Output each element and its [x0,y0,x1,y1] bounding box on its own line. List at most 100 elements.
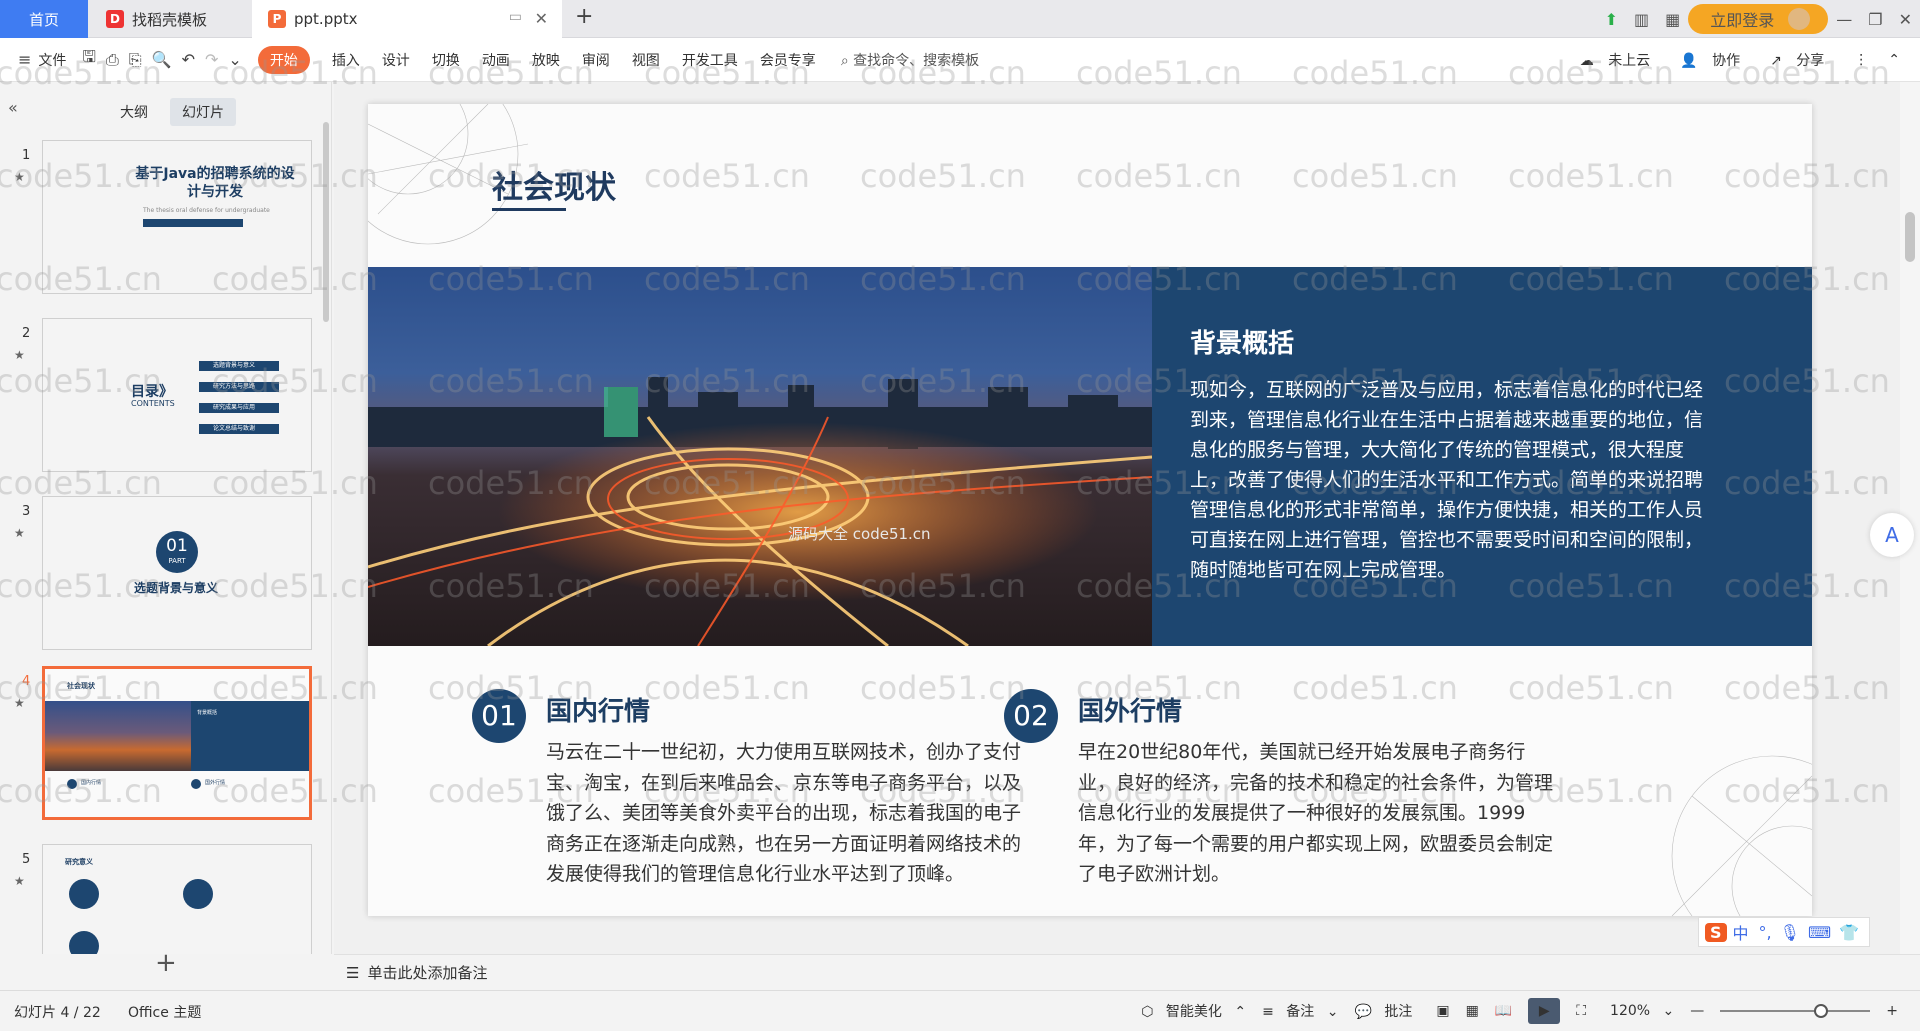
smart-beautify-button[interactable]: ⬡ 智能美化 ⌃ [1141,1001,1246,1021]
zoom-slider[interactable] [1720,1004,1871,1018]
tab-slides[interactable]: 幻灯片 [170,98,236,126]
slide-editor-area: 社会现状 源码大全 code51.cn 背景概括 现如今，互联网的广泛普及与应用… [334,82,1920,954]
slide-thumbnail-current[interactable]: 社会现状 背景概括 国内行情 国外行情 [42,666,312,820]
microphone-icon[interactable]: 🎙 [1780,923,1800,942]
more-chevron-icon[interactable]: ⌄ [228,50,241,69]
close-tab-icon[interactable]: ✕ [535,9,548,28]
slide-number: 5 [22,852,31,867]
command-search[interactable]: ⌕ 查找命令、搜索模板 [841,50,979,70]
network-decoration [1671,755,1812,916]
thumb-icon-circle [69,879,99,909]
ppt-file-tab[interactable]: P ppt.pptx ▭ ✕ [252,0,562,38]
window-layout-icon[interactable]: ▥ [1634,10,1649,29]
thumb-part-circle: 01 PART [156,531,198,573]
slide-canvas[interactable]: 社会现状 源码大全 code51.cn 背景概括 现如今，互联网的广泛普及与应用… [368,104,1812,916]
update-icon[interactable]: ⬆ [1605,10,1618,29]
slide-thumbnail[interactable]: 目录》 CONTENTS 选题背景与意义 研究方法与思路 研究成果与应用 论文总… [42,318,312,472]
tab-design[interactable]: 设计 [382,50,410,70]
foreign-market-text: 早在20世纪80年代，美国就已经开始发展电子商务行业，良好的经济，完备的技术和稳… [1078,741,1554,885]
thumb-title: 研究意义 [65,858,93,866]
slide-thumbnail[interactable]: 基于Java的招聘系统的设计与开发 The thesis oral defens… [42,140,312,294]
minimize-icon[interactable]: — [1836,10,1852,29]
notes-toggle-label: 备注 [1286,1004,1315,1020]
skin-icon[interactable]: 👕 [1839,923,1859,942]
add-tab-icon[interactable]: + [575,4,593,29]
tab-slideshow[interactable]: 放映 [532,50,560,70]
photo-caption: 源码大全 code51.cn [788,525,931,543]
slide-thumb-row[interactable]: 2 ★ 目录》 CONTENTS 选题背景与意义 研究方法与思路 研究成果与应用… [0,318,320,478]
tab-review[interactable]: 审阅 [582,50,610,70]
restore-icon[interactable]: ❐ [1868,10,1882,29]
fit-window-icon[interactable]: ⛶ [1576,1003,1586,1019]
slide-thumb-row[interactable]: 3 ★ 01 PART 选题背景与意义 [0,496,320,656]
comments-button[interactable]: 💬 批注 [1354,1001,1420,1021]
night-highway-image: 源码大全 code51.cn [368,267,1152,646]
collapse-panel-icon[interactable]: « [8,98,18,117]
panel-scrollbar[interactable] [323,122,329,322]
punctuation-icon[interactable]: °, [1759,923,1772,942]
export-icon[interactable]: ⎙ [106,50,119,70]
print-icon[interactable]: ⎘ [129,50,142,70]
slide-title: 社会现状 [492,170,616,205]
tab-developer[interactable]: 开发工具 [682,50,738,70]
slide-thumb-row-current[interactable]: 4 ★ 社会现状 背景概括 国内行情 国外行情 [0,666,320,826]
screen-icon[interactable]: ▭ [509,9,522,25]
status-bar: 幻灯片 4 / 22 Office 主题 ⬡ 智能美化 ⌃ ≡ 备注 ⌄ 💬 批… [0,990,1920,1030]
scroll-thumb[interactable] [1905,212,1915,262]
slide-number: 3 [22,504,31,519]
template-tab[interactable]: D 找稻壳模板 [90,0,250,38]
ime-toolbar[interactable]: S 中 °, 🎙 ⌨ 👕 [1698,917,1870,947]
tab-outline[interactable]: 大纲 [108,98,160,126]
cloud-status[interactable]: ☁ 未上云 [1580,50,1660,70]
slide-thumb-row[interactable]: 1 ★ 基于Java的招聘系统的设计与开发 The thesis oral de… [0,140,320,300]
close-window-icon[interactable]: ✕ [1899,10,1912,29]
slide-number: 1 [22,148,31,163]
reading-view-icon[interactable]: 📖 [1495,1003,1512,1019]
normal-view-icon[interactable]: ▣ [1436,1003,1449,1019]
notes-icon: ☰ [346,963,360,982]
more-options-icon[interactable]: ⋮ [1854,52,1868,68]
keyboard-icon[interactable]: ⌨ [1808,923,1831,942]
star-icon: ★ [14,696,25,710]
docer-icon: D [106,10,124,28]
play-slideshow-button[interactable]: ▶ [1528,998,1561,1024]
collapse-ribbon-icon[interactable]: ⌃ [1888,52,1900,68]
tab-transition[interactable]: 切换 [432,50,460,70]
share-button[interactable]: ↗ 分享 [1770,50,1834,70]
notes-bar[interactable]: ☰ 单击此处添加备注 [334,954,1920,990]
slide-thumbnail[interactable]: 研究意义 [42,844,312,954]
slide-thumbnail[interactable]: 01 PART 选题背景与意义 [42,496,312,650]
tab-insert[interactable]: 插入 [332,50,360,70]
zoom-in-icon[interactable]: + [1886,1003,1898,1019]
comments-label: 批注 [1384,1004,1413,1020]
slide-counter: 幻灯片 4 / 22 [14,1005,101,1021]
zoom-out-icon[interactable]: — [1690,1003,1704,1019]
menu-icon[interactable]: ≡ [18,50,31,69]
tab-animation[interactable]: 动画 [482,50,510,70]
slide-thumb-row[interactable]: 5 ★ 研究意义 [0,844,320,954]
zoom-slider-knob[interactable] [1814,1004,1829,1018]
save-icon[interactable]: 🖫 [82,46,96,73]
thumb-icon-circle [69,931,99,954]
grid-apps-icon[interactable]: ▦ [1665,10,1680,29]
thumb-panel-title: 背景概括 [197,710,218,716]
file-menu[interactable]: 文件 [38,50,66,70]
tab-view[interactable]: 视图 [632,50,660,70]
home-tab[interactable]: 首页 [0,0,88,38]
tab-member[interactable]: 会员专享 [760,50,816,70]
template-tab-label: 找稻壳模板 [132,10,208,29]
undo-icon[interactable]: ↶ [182,50,195,69]
ai-assistant-icon[interactable]: A [1870,513,1914,557]
add-slide-icon[interactable]: + [155,948,177,978]
print-preview-icon[interactable]: 🔍 [152,50,172,69]
collab-button[interactable]: 👤 协作 [1680,50,1750,70]
notes-toggle-button[interactable]: ≡ 备注 ⌄ [1262,1001,1338,1021]
redo-icon[interactable]: ↷ [205,50,218,69]
zoom-level[interactable]: 120% ⌄ [1602,1003,1674,1019]
tab-home-start[interactable]: 开始 [257,45,310,74]
sorter-view-icon[interactable]: ▦ [1466,1003,1479,1019]
login-button[interactable]: 立即登录 [1688,4,1829,34]
theme-name[interactable]: Office 主题 [128,1002,201,1022]
ime-mode-icon[interactable]: 中 [1733,920,1749,944]
slide-number: 2 [22,326,31,341]
